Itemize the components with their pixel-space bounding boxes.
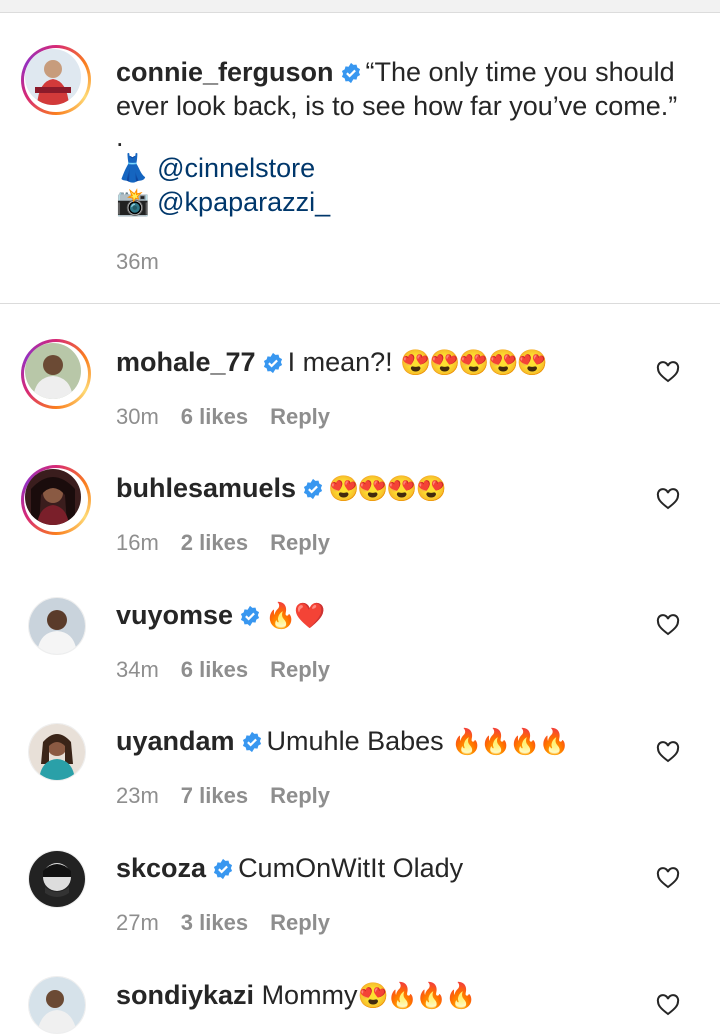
comment-time: 16m (116, 530, 159, 555)
reply-button[interactable]: Reply (270, 530, 330, 555)
mention-link[interactable]: @kpaparazzi_ (157, 187, 330, 217)
comment-likes[interactable]: 2 likes (181, 530, 248, 555)
comment-text: I mean?! (287, 347, 401, 377)
avatar[interactable] (28, 850, 86, 908)
like-heart-icon[interactable] (656, 994, 680, 1016)
comment-username[interactable]: vuyomse (116, 600, 233, 630)
comment-text: Mommy (261, 980, 358, 1010)
caption-time: 36m (116, 249, 159, 274)
story-ring[interactable] (21, 465, 91, 535)
story-ring[interactable] (21, 339, 91, 409)
comment-likes[interactable]: 7 likes (181, 783, 248, 808)
caption-text-line2: ever look back, is to see how far you’ve… (116, 91, 678, 121)
avatar[interactable] (28, 976, 86, 1034)
comment-time: 27m (116, 910, 159, 935)
comment-likes[interactable]: 6 likes (181, 657, 248, 682)
reply-button[interactable]: Reply (270, 910, 330, 935)
like-heart-icon[interactable] (656, 867, 680, 889)
comment-likes[interactable]: 3 likes (181, 910, 248, 935)
verified-badge-icon (242, 731, 261, 753)
avatar[interactable] (25, 49, 81, 105)
verified-badge-icon (303, 478, 323, 500)
divider (0, 303, 720, 304)
verified-badge-icon (341, 62, 360, 84)
comment-username[interactable]: uyandam (116, 726, 235, 756)
comment-emoji: 😍😍😍😍 (328, 475, 447, 503)
avatar[interactable] (25, 469, 81, 525)
like-heart-icon[interactable] (656, 488, 680, 510)
reply-button[interactable]: Reply (270, 783, 330, 808)
comment-username[interactable]: skcoza (116, 853, 206, 883)
verified-badge-icon (263, 352, 282, 374)
comment-emoji: 🔥❤️ (265, 602, 325, 630)
comment-text: Umuhle Babes (266, 726, 452, 756)
comment-likes[interactable]: 6 likes (181, 404, 248, 429)
verified-badge-icon (213, 858, 233, 880)
avatar[interactable] (28, 723, 86, 781)
top-bar (0, 0, 720, 13)
comment-username[interactable]: sondiykazi (116, 980, 254, 1010)
verified-badge-icon (240, 605, 260, 627)
avatar[interactable] (25, 343, 81, 399)
comment-username[interactable]: buhlesamuels (116, 473, 296, 503)
comment-emoji: 😍🔥🔥🔥 (357, 982, 477, 1010)
comment-time: 23m (116, 783, 159, 808)
comment-emoji: 😍😍😍😍😍 (400, 349, 548, 377)
like-heart-icon[interactable] (656, 361, 680, 383)
dress-emoji-icon: 👗 (116, 153, 150, 183)
story-ring[interactable] (21, 45, 91, 115)
comment-text: CumOnWitIt Olady (238, 853, 464, 883)
caption-dot: . (116, 122, 124, 152)
camera-emoji-icon: 📸 (116, 187, 150, 217)
mention-link[interactable]: @cinnelstore (157, 153, 315, 183)
comment-emoji: 🔥🔥🔥🔥 (451, 728, 570, 756)
caption-username[interactable]: connie_ferguson (116, 57, 334, 87)
comment-time: 34m (116, 657, 159, 682)
avatar[interactable] (28, 597, 86, 655)
reply-button[interactable]: Reply (270, 404, 330, 429)
like-heart-icon[interactable] (656, 741, 680, 763)
comment-username[interactable]: mohale_77 (116, 347, 256, 377)
like-heart-icon[interactable] (656, 614, 680, 636)
caption-text-line1: “The only time you should (365, 57, 675, 87)
comment-time: 30m (116, 404, 159, 429)
reply-button[interactable]: Reply (270, 657, 330, 682)
post-caption: connie_ferguson “The only time you should… (0, 13, 720, 303)
